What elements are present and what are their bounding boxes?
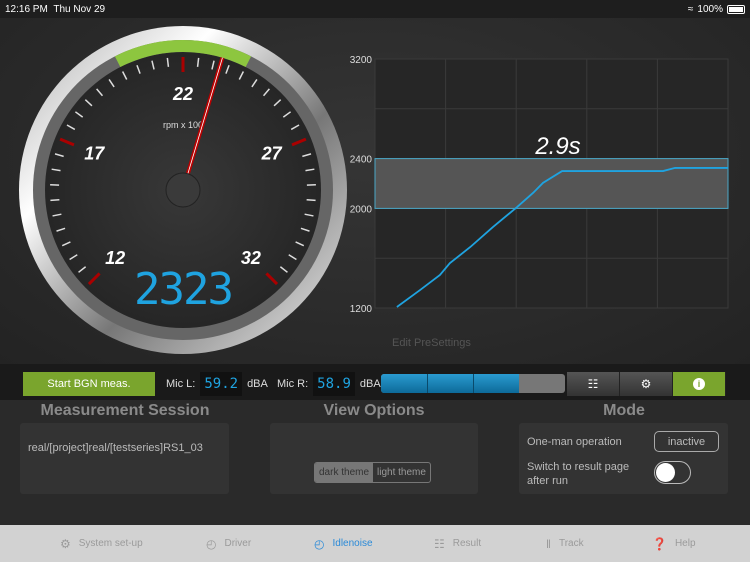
gauge-label: 12 <box>105 248 125 268</box>
session-panel: real/[project]real/[testseries]RS1_03 <box>20 423 229 494</box>
session-path: real/[project]real/[testseries]RS1_03 <box>28 442 203 454</box>
status-time: 12:16 PM <box>5 3 48 15</box>
mic-right: Mic R: 58.9 dBA <box>277 372 381 396</box>
view-options-panel: dark theme light theme <box>270 423 478 494</box>
gauge-label: 27 <box>261 143 283 163</box>
sliders-icon: ☷ <box>434 536 445 551</box>
wifi-icon: ≈ <box>687 3 694 15</box>
mic-left-value: 59.2 <box>200 372 243 396</box>
y-tick-label: 2400 <box>350 155 373 166</box>
rpm-digital-display: 2323 <box>134 264 232 315</box>
equalizer-button[interactable]: ☷ <box>567 372 620 396</box>
battery-percent: 100% <box>697 3 723 15</box>
light-theme-option[interactable]: light theme <box>373 463 430 482</box>
target-band <box>374 158 729 209</box>
mode-title: Mode <box>603 402 645 419</box>
time-annotation: 2.9s <box>534 133 580 160</box>
mic-left: Mic L: 59.2 dBA <box>166 372 268 396</box>
gauge-unit-label: rpm x 100 <box>163 120 203 130</box>
gauge-tick <box>196 57 200 67</box>
mode-panel: One-man operation inactive Switch to res… <box>519 423 728 494</box>
info-button[interactable]: i <box>673 372 726 396</box>
y-tick-label: 3200 <box>350 55 373 66</box>
edit-presettings-link[interactable]: Edit PreSettings <box>392 337 471 349</box>
mic-right-value: 58.9 <box>313 372 355 396</box>
switch-result-toggle[interactable] <box>654 461 691 484</box>
mic-left-label: Mic L: <box>166 378 196 390</box>
settings-button[interactable]: ⚙ <box>620 372 673 396</box>
one-man-label: One-man operation <box>527 436 622 448</box>
tab-label: Driver <box>224 538 252 549</box>
tab-system-set-up[interactable]: ⚙ System set-up <box>60 537 143 551</box>
gears-icon: ⚙ <box>640 377 652 391</box>
battery-icon <box>727 4 745 14</box>
switch-result-label: Switch to result page after run <box>527 461 630 487</box>
theme-selector: dark theme light theme <box>314 462 431 483</box>
gauge-hub <box>165 172 201 208</box>
y-tick-label: 2000 <box>350 204 373 215</box>
level-fill <box>381 374 519 393</box>
tab-idlenoise[interactable]: ◴ Idlenoise <box>314 537 373 551</box>
gauge-label: 32 <box>241 248 261 268</box>
gauge-tick <box>166 57 170 67</box>
dark-theme-option[interactable]: dark theme <box>315 463 374 482</box>
info-icon: i <box>693 378 705 390</box>
gauge-label: 22 <box>172 84 193 104</box>
level-meter <box>381 374 565 393</box>
mic-right-unit: dBA <box>359 378 381 390</box>
track-icon: ‖ <box>546 536 551 551</box>
tab-driver[interactable]: ◴ Driver <box>206 537 251 551</box>
rpm-gauge: 12 17 22 27 32 rpm x 100 2323 <box>19 26 347 354</box>
tab-label: Help <box>674 538 696 549</box>
y-tick-label: 1200 <box>350 304 373 315</box>
gears-icon: ⚙ <box>60 536 71 551</box>
tab-track[interactable]: ‖ Track <box>546 537 584 551</box>
mic-right-label: Mic R: <box>277 378 309 390</box>
sliders-icon: ☷ <box>587 377 599 391</box>
tab-help[interactable]: ❓ Help <box>652 537 696 551</box>
gauge-icon: ◴ <box>314 536 325 551</box>
session-title: Measurement Session <box>40 402 210 419</box>
view-options-title: View Options <box>323 402 425 419</box>
rpm-chart: 1200 2000 2400 3200 2.9s <box>350 55 729 315</box>
mic-left-unit: dBA <box>247 378 268 390</box>
start-bgn-button[interactable]: Start BGN meas. <box>23 372 155 396</box>
gauge-icon: ◴ <box>206 536 217 551</box>
tab-result[interactable]: ☷ Result <box>434 537 481 551</box>
tab-label: Result <box>452 538 482 549</box>
gauge-tick <box>306 198 316 202</box>
status-date: Thu Nov 29 <box>53 3 106 15</box>
status-bar: 12:16 PM Thu Nov 29 ≈100% <box>0 0 750 18</box>
tab-label: Idlenoise <box>332 538 373 549</box>
tab-label: System set-up <box>78 538 143 549</box>
gauge-label: 17 <box>84 143 105 163</box>
tab-label: Track <box>558 538 584 549</box>
help-icon: ❓ <box>652 536 667 551</box>
tab-bar: ⚙ System set-up ◴ Driver ◴ Idlenoise ☷ Result ‖ T… <box>0 525 750 562</box>
one-man-button[interactable]: inactive <box>654 431 719 452</box>
gauge-tick <box>50 198 60 202</box>
